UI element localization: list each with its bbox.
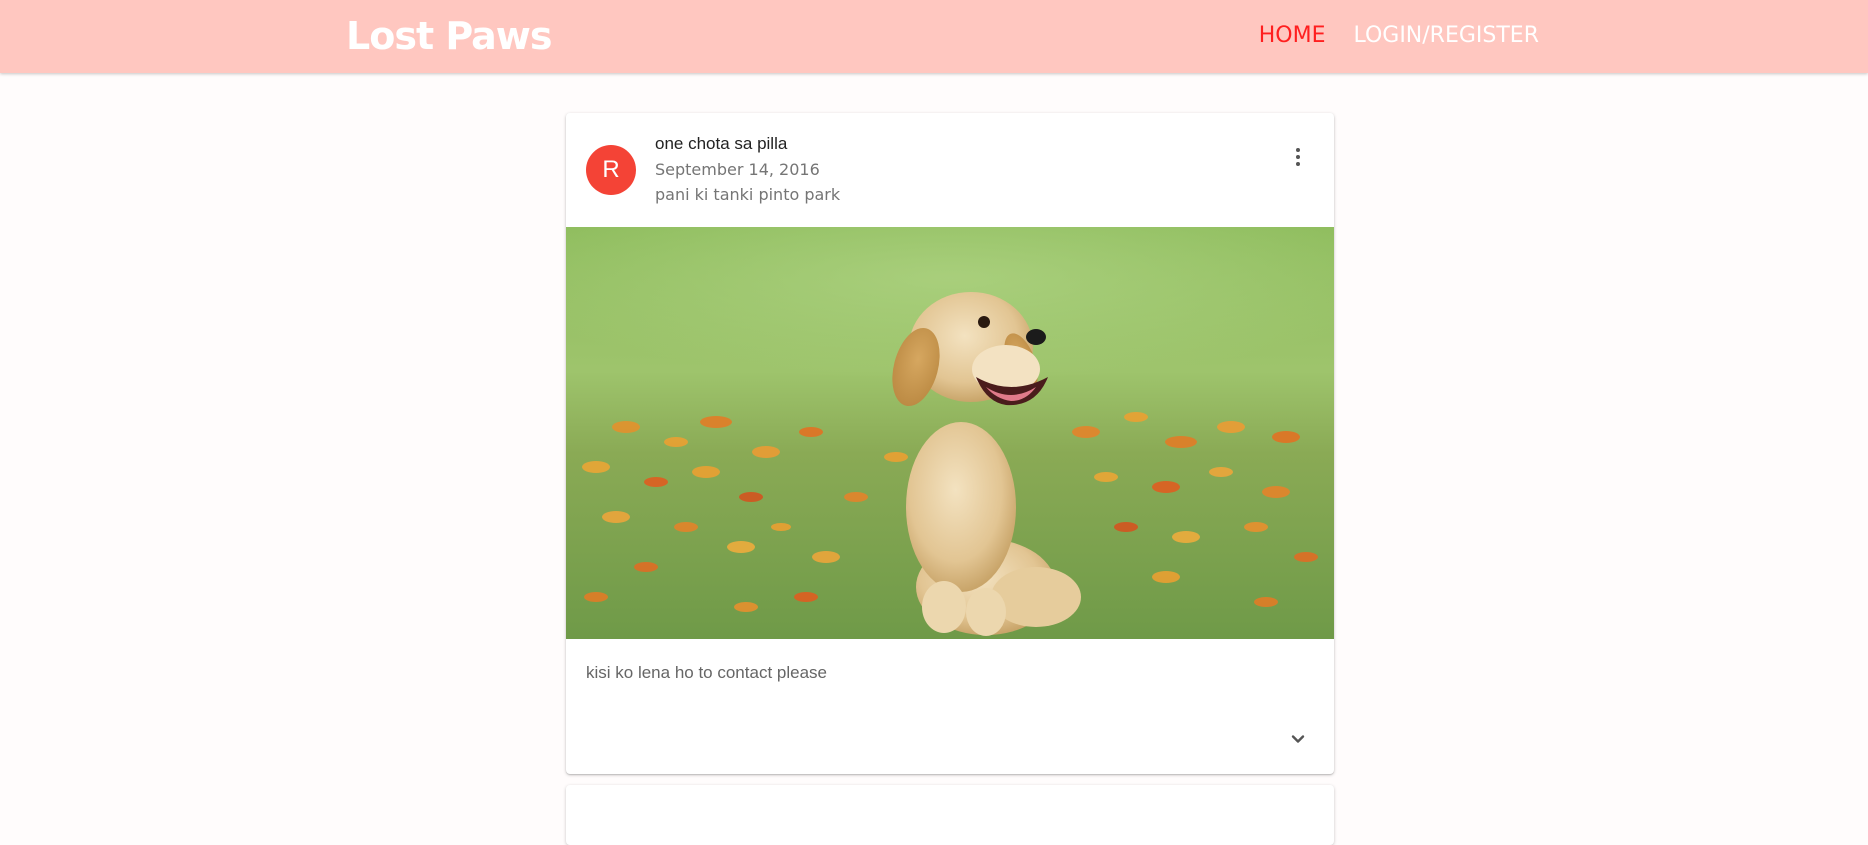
post-card: R one chota sa pilla September 14, 2016 … [566,113,1334,774]
avatar: R [586,145,636,195]
more-options-button[interactable] [1278,137,1318,177]
chevron-down-icon [1291,735,1305,743]
post-image [566,227,1334,639]
app-bar: Lost Paws HOME LOGIN/REGISTER [0,0,1868,73]
post-date: September 14, 2016 [655,160,820,179]
nav-home-link[interactable]: HOME [1259,21,1326,51]
nav-login-register-link[interactable]: LOGIN/REGISTER [1353,21,1539,51]
post-location: pani ki tanki pinto park [655,185,841,204]
expand-button[interactable] [1278,719,1318,759]
more-vert-icon [1296,148,1300,166]
brand-logo[interactable]: Lost Paws [346,12,553,60]
main-nav: HOME LOGIN/REGISTER [1259,21,1539,51]
next-post-card [566,785,1334,845]
post-description: kisi ko lena ho to contact please [586,663,827,682]
post-title: one chota sa pilla [655,134,788,153]
avatar-letter: R [602,156,620,183]
